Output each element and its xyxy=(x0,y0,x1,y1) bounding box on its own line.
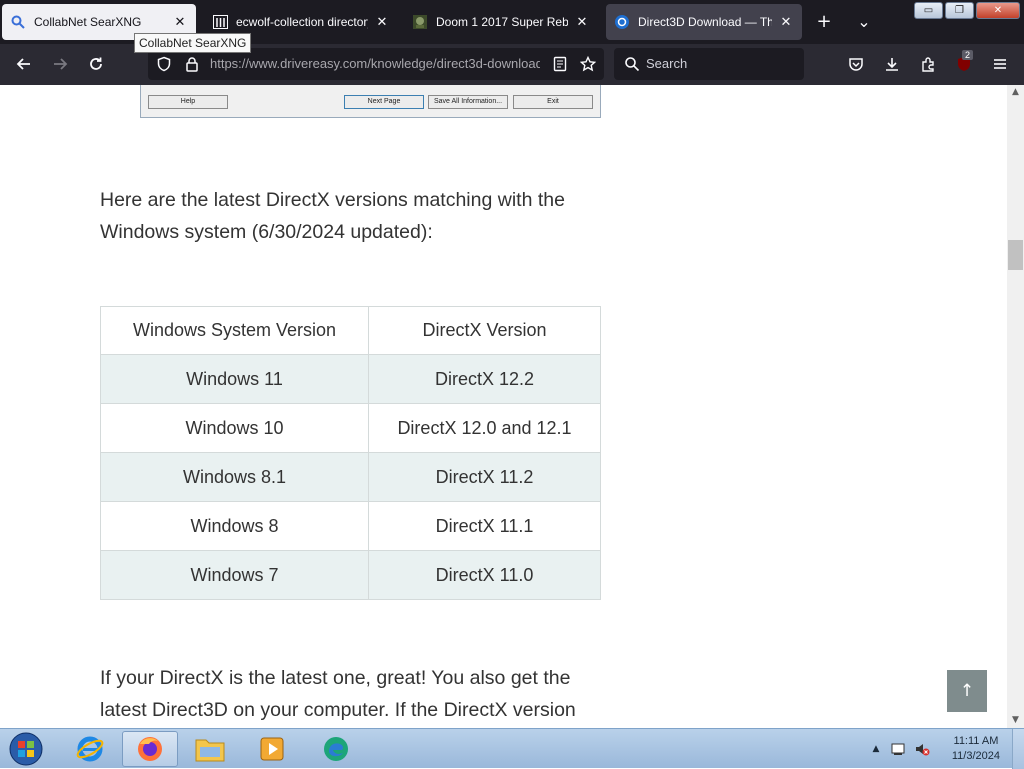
tab-tooltip: CollabNet SearXNG xyxy=(134,33,252,53)
media-player-icon xyxy=(260,737,284,761)
pocket-icon[interactable] xyxy=(844,52,868,76)
column-header-windows-version: Windows System Version xyxy=(100,306,369,355)
internet-explorer-icon xyxy=(76,736,104,762)
intro-paragraph: Here are the latest DirectX versions mat… xyxy=(100,189,565,243)
lock-icon[interactable] xyxy=(184,56,200,72)
search-placeholder: Search xyxy=(646,56,688,71)
scrollbar-thumb[interactable] xyxy=(1008,240,1023,270)
extension-badge: 2 xyxy=(962,50,974,60)
forward-button[interactable] xyxy=(48,52,72,76)
clock-time: 11:11 AM xyxy=(953,735,999,747)
tab-label: Doom 1 2017 Super Reboot xyxy=(436,15,568,29)
menu-icon[interactable] xyxy=(988,52,1012,76)
minimize-button[interactable]: ▭ xyxy=(914,2,943,19)
close-tab-icon[interactable]: ✕ xyxy=(778,14,794,30)
table-row: Windows 8.1 DirectX 11.2 xyxy=(100,452,601,502)
show-desktop-button[interactable] xyxy=(1012,729,1024,769)
windows-version-cell: Windows 11 xyxy=(100,354,369,404)
firefox-icon xyxy=(138,737,162,761)
ublock-origin-icon[interactable]: 2 xyxy=(952,50,976,76)
windows-version-cell: Windows 7 xyxy=(100,550,369,600)
tab-doom-reboot[interactable]: Doom 1 2017 Super Reboot ✕ xyxy=(404,4,598,40)
tab-label: CollabNet SearXNG xyxy=(34,15,142,29)
reader-view-icon[interactable] xyxy=(552,56,568,72)
outro-paragraph: If your DirectX is the latest one, great… xyxy=(100,667,576,721)
bookmark-star-icon[interactable] xyxy=(579,55,597,72)
back-button[interactable] xyxy=(12,52,36,76)
tab-label: Direct3D Download — The xyxy=(638,15,772,29)
search-icon xyxy=(10,14,26,30)
firefox-taskbar-button[interactable] xyxy=(122,731,178,767)
start-orb-icon xyxy=(9,732,43,766)
table-row: Windows 10 DirectX 12.0 and 12.1 xyxy=(100,403,601,453)
directx-version-cell: DirectX 11.1 xyxy=(368,501,601,551)
directx-version-cell: DirectX 11.0 xyxy=(368,550,601,600)
vertical-scrollbar[interactable]: ▲ ▼ xyxy=(1007,85,1024,728)
extensions-icon[interactable] xyxy=(916,52,940,76)
show-hidden-icons-icon[interactable]: ▲ xyxy=(868,741,884,757)
help-button: Help xyxy=(148,95,228,109)
downloads-icon[interactable] xyxy=(880,52,904,76)
close-tab-icon[interactable]: ✕ xyxy=(574,14,590,30)
media-player-taskbar-button[interactable] xyxy=(244,731,300,767)
directx-version-cell: DirectX 12.2 xyxy=(368,354,601,404)
system-clock[interactable]: 11:11 AM 11/3/2024 xyxy=(952,734,1000,764)
action-center-icon[interactable] xyxy=(890,741,906,757)
taskbar: ▲ 11:11 AM 11/3/2024 xyxy=(0,728,1024,769)
doom-icon xyxy=(412,14,428,30)
column-header-directx-version: DirectX Version xyxy=(368,306,601,355)
windows-version-cell: Windows 8 xyxy=(100,501,369,551)
close-tab-icon[interactable]: ✕ xyxy=(172,14,188,30)
windows-version-cell: Windows 8.1 xyxy=(100,452,369,502)
table-row: Windows 11 DirectX 12.2 xyxy=(100,354,601,404)
volume-muted-icon[interactable] xyxy=(914,741,930,757)
save-all-information-button: Save All Information... xyxy=(428,95,508,109)
table-row: Windows 7 DirectX 11.0 xyxy=(100,550,601,600)
next-page-button: Next Page xyxy=(344,95,424,109)
tab-direct3d-download[interactable]: Direct3D Download — The ✕ xyxy=(606,4,802,40)
internet-explorer-taskbar-button[interactable] xyxy=(62,731,118,767)
tab-label: ecwolf-collection directory xyxy=(236,15,368,29)
file-explorer-taskbar-button[interactable] xyxy=(182,731,238,767)
drivereasy-icon xyxy=(614,14,630,30)
table-row: Windows 8 DirectX 11.1 xyxy=(100,501,601,551)
window-controls: ▭ ❐ ✕ xyxy=(914,2,1020,19)
scroll-up-arrow-icon[interactable]: ▲ xyxy=(1007,85,1024,100)
close-window-button[interactable]: ✕ xyxy=(976,2,1020,19)
restore-button[interactable]: ❐ xyxy=(945,2,974,19)
directx-version-cell: DirectX 11.2 xyxy=(368,452,601,502)
directx-version-table: Windows System Version DirectX Version W… xyxy=(100,306,601,600)
edge-taskbar-button[interactable] xyxy=(308,731,364,767)
archive-icon xyxy=(212,14,228,30)
folder-icon xyxy=(195,739,225,762)
page-content: Help Next Page Save All Information... E… xyxy=(0,85,1007,728)
url-text: https://www.drivereasy.com/knowledge/dir… xyxy=(210,56,540,71)
directx-version-cell: DirectX 12.0 and 12.1 xyxy=(368,403,601,453)
search-icon xyxy=(624,56,640,76)
start-button[interactable] xyxy=(0,731,52,767)
search-bar[interactable]: Search xyxy=(614,48,804,80)
edge-icon xyxy=(324,737,348,761)
dxdiag-screenshot: Help Next Page Save All Information... E… xyxy=(140,85,601,118)
exit-button: Exit xyxy=(513,95,593,109)
clock-date: 11/3/2024 xyxy=(951,750,1000,762)
windows-version-cell: Windows 10 xyxy=(100,403,369,453)
new-tab-button[interactable]: + xyxy=(812,10,836,34)
scroll-down-arrow-icon[interactable]: ▼ xyxy=(1007,713,1024,728)
shield-icon[interactable] xyxy=(156,56,172,72)
reload-button[interactable] xyxy=(84,52,108,76)
table-header-row: Windows System Version DirectX Version xyxy=(100,306,601,355)
close-tab-icon[interactable]: ✕ xyxy=(374,14,390,30)
list-all-tabs-button[interactable]: ⌄ xyxy=(852,10,876,34)
back-to-top-button[interactable]: ↑ xyxy=(947,670,987,712)
